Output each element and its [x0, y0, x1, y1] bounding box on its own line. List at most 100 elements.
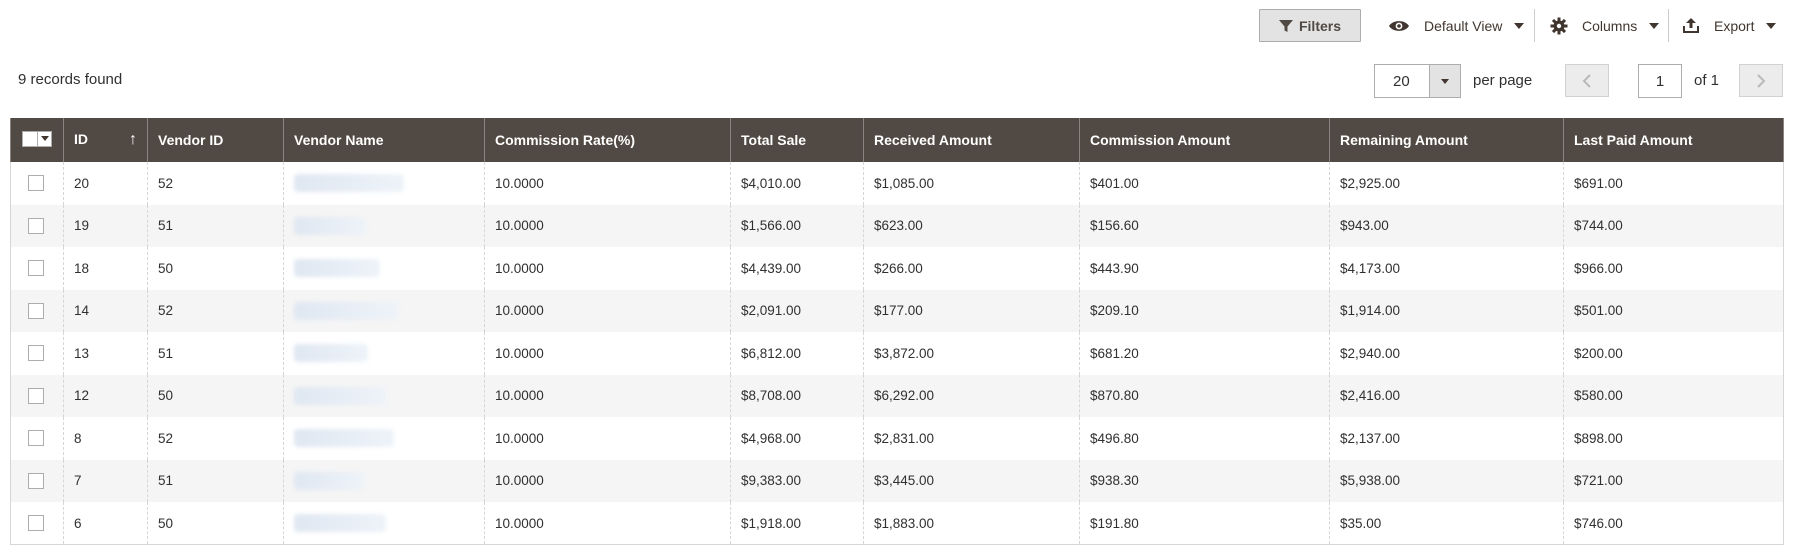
row-checkbox[interactable] [28, 430, 44, 447]
cell-remaining-amount: $5,938.00 [1329, 459, 1564, 502]
column-header-last-paid-amount[interactable]: Last Paid Amount [1563, 118, 1784, 162]
chevron-down-icon [1441, 78, 1449, 84]
cell-commission-amount: $209.10 [1079, 289, 1330, 332]
grid-header-row: ID ↑ Vendor ID Vendor Name Commission Ra… [10, 118, 1784, 162]
sort-up-icon: ↑ [129, 131, 137, 148]
cell-remaining-amount: $1,914.00 [1329, 289, 1564, 332]
cell-last-paid-amount: $966.00 [1563, 247, 1784, 290]
cell-commission-amount: $870.80 [1079, 374, 1330, 417]
toolbar-divider [1668, 9, 1669, 42]
cell-last-paid-amount: $580.00 [1563, 374, 1784, 417]
cell-remaining-amount: $35.00 [1329, 502, 1564, 545]
cell-received-amount: $3,445.00 [863, 459, 1080, 502]
row-checkbox[interactable] [28, 345, 44, 362]
table-row[interactable]: 7 51 10.0000 $9,383.00 $3,445.00 $938.30… [10, 459, 1784, 502]
redacted-vendor-name [294, 216, 366, 235]
cell-remaining-amount: $2,416.00 [1329, 374, 1564, 417]
records-count: 9 records found [18, 71, 123, 88]
per-page-value: 20 [1393, 72, 1410, 90]
eye-icon [1389, 20, 1409, 31]
table-row[interactable]: 19 51 10.0000 $1,566.00 $623.00 $156.60 … [10, 204, 1784, 247]
per-page-select[interactable]: 20 [1374, 64, 1461, 98]
redacted-vendor-name [294, 514, 386, 532]
column-header-received-amount[interactable]: Received Amount [863, 118, 1080, 162]
row-checkbox[interactable] [28, 217, 44, 234]
cell-commission-rate: 10.0000 [484, 204, 731, 247]
vendor-commission-grid: ID ↑ Vendor ID Vendor Name Commission Ra… [10, 118, 1784, 545]
page-total: of 1 [1694, 72, 1720, 89]
column-header-commission-rate[interactable]: Commission Rate(%) [484, 118, 731, 162]
row-checkbox[interactable] [28, 515, 44, 532]
cell-vendor-id: 50 [147, 247, 284, 290]
column-header-vendor-name[interactable]: Vendor Name [283, 118, 485, 162]
cell-commission-rate: 10.0000 [484, 459, 731, 502]
cell-commission-rate: 10.0000 [484, 247, 731, 290]
cell-id: 19 [63, 204, 148, 247]
row-checkbox[interactable] [28, 472, 44, 489]
table-row[interactable]: 14 52 10.0000 $2,091.00 $177.00 $209.10 … [10, 289, 1784, 332]
table-row[interactable]: 8 52 10.0000 $4,968.00 $2,831.00 $496.80… [10, 417, 1784, 460]
cell-commission-amount: $496.80 [1079, 417, 1330, 460]
cell-last-paid-amount: $501.00 [1563, 289, 1784, 332]
cell-remaining-amount: $2,940.00 [1329, 332, 1564, 375]
previous-page-button[interactable] [1565, 64, 1609, 97]
cell-last-paid-amount: $200.00 [1563, 332, 1784, 375]
redacted-vendor-name [294, 174, 404, 193]
cell-id: 6 [63, 502, 148, 545]
cell-vendor-name [283, 332, 485, 375]
redacted-vendor-name [294, 344, 368, 363]
filters-button[interactable]: Filters [1259, 9, 1361, 42]
cell-commission-rate: 10.0000 [484, 332, 731, 375]
column-header-commission-amount[interactable]: Commission Amount [1079, 118, 1330, 162]
mass-select-header[interactable] [10, 118, 64, 162]
cell-vendor-name [283, 204, 485, 247]
column-header-vendor-id[interactable]: Vendor ID [147, 118, 284, 162]
cell-last-paid-amount: $721.00 [1563, 459, 1784, 502]
table-row[interactable]: 13 51 10.0000 $6,812.00 $3,872.00 $681.2… [10, 332, 1784, 375]
cell-commission-amount: $681.20 [1079, 332, 1330, 375]
next-page-button[interactable] [1739, 64, 1783, 97]
columns-dropdown[interactable]: Columns [1550, 9, 1660, 42]
cell-id: 7 [63, 459, 148, 502]
redacted-vendor-name [294, 301, 398, 320]
cell-received-amount: $6,292.00 [863, 374, 1080, 417]
export-dropdown[interactable]: Export [1682, 9, 1777, 42]
cell-vendor-name [283, 162, 485, 205]
cell-total-sale: $9,383.00 [730, 459, 864, 502]
cell-vendor-id: 50 [147, 502, 284, 545]
row-checkbox[interactable] [28, 175, 44, 192]
cell-vendor-name [283, 459, 485, 502]
cell-vendor-name [283, 417, 485, 460]
cell-vendor-id: 52 [147, 162, 284, 205]
cell-received-amount: $3,872.00 [863, 332, 1080, 375]
per-page-label: per page [1473, 72, 1533, 89]
cell-vendor-id: 50 [147, 374, 284, 417]
cell-remaining-amount: $2,137.00 [1329, 417, 1564, 460]
filters-label: Filters [1298, 17, 1341, 34]
column-header-remaining-amount[interactable]: Remaining Amount [1329, 118, 1564, 162]
row-checkbox[interactable] [28, 302, 44, 319]
cell-commission-amount: $191.80 [1079, 502, 1330, 545]
table-row[interactable]: 6 50 10.0000 $1,918.00 $1,883.00 $191.80… [10, 502, 1784, 545]
cell-total-sale: $4,439.00 [730, 247, 864, 290]
table-row[interactable]: 18 50 10.0000 $4,439.00 $266.00 $443.90 … [10, 247, 1784, 290]
table-row[interactable]: 12 50 10.0000 $8,708.00 $6,292.00 $870.8… [10, 374, 1784, 417]
page-number-input[interactable]: 1 [1638, 64, 1682, 98]
redacted-vendor-name [294, 429, 394, 448]
cell-vendor-id: 52 [147, 289, 284, 332]
gear-icon [1550, 17, 1568, 34]
column-header-total-sale[interactable]: Total Sale [730, 118, 864, 162]
default-view-dropdown[interactable]: Default View [1388, 9, 1525, 42]
row-checkbox[interactable] [28, 260, 44, 277]
cell-total-sale: $4,010.00 [730, 162, 864, 205]
cell-remaining-amount: $943.00 [1329, 204, 1564, 247]
table-row[interactable]: 20 52 10.0000 $4,010.00 $1,085.00 $401.0… [10, 162, 1784, 205]
mass-select-checkbox[interactable] [22, 130, 52, 147]
column-header-id[interactable]: ID ↑ [63, 118, 148, 162]
row-checkbox[interactable] [28, 387, 44, 404]
cell-last-paid-amount: $746.00 [1563, 502, 1784, 545]
redacted-vendor-name [294, 471, 364, 490]
cell-vendor-name [283, 502, 485, 545]
cell-commission-amount: $156.60 [1079, 204, 1330, 247]
per-page-dropdown-button[interactable] [1429, 65, 1460, 97]
